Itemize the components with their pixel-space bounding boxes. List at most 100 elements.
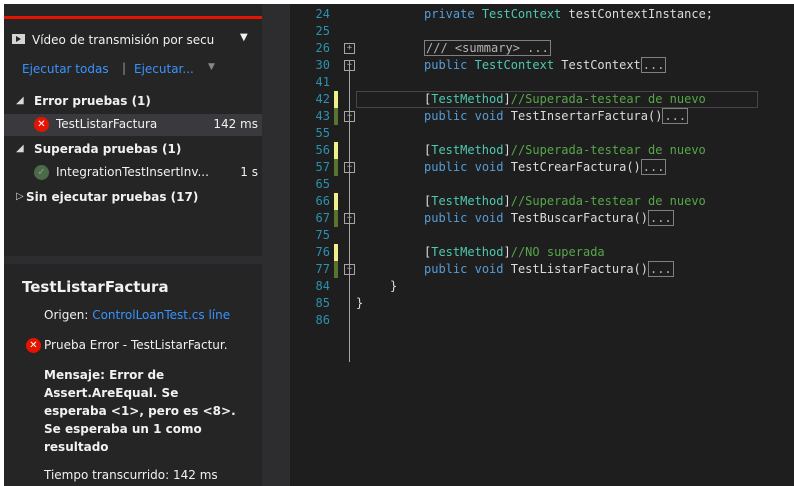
code-text: public void TestInsertarFactura()...: [424, 108, 689, 124]
test-duration: 142 ms: [213, 117, 258, 131]
collapse-triangle-icon[interactable]: ▷: [16, 191, 24, 202]
panel-divider[interactable]: [4, 256, 262, 264]
group-label: Error pruebas (1): [34, 94, 151, 108]
source-link[interactable]: ControlLoanTest.cs líne: [92, 308, 230, 322]
line-number: 77: [315, 262, 330, 276]
group-label: Superada pruebas (1): [34, 142, 182, 156]
line-number: 24: [315, 7, 330, 21]
line-number: 65: [315, 177, 330, 191]
group-passed-tests[interactable]: ◢ Superada pruebas (1): [4, 140, 262, 160]
run-toolbar: Ejecutar todas | Ejecutar... ▼: [4, 60, 262, 80]
source-row: Origen: ControlLoanTest.cs líne: [44, 308, 230, 322]
code-text: public void TestCrearFactura()...: [424, 159, 667, 175]
expand-triangle-icon[interactable]: ◢: [16, 143, 24, 154]
change-marker: [334, 244, 338, 261]
code-line: 42 [TestMethod]//Superada-testear de nue…: [290, 91, 794, 108]
test-name: IntegrationTestInsertInv...: [56, 165, 209, 179]
panel-splitter[interactable]: [262, 4, 290, 486]
change-marker: [334, 210, 338, 227]
test-duration: 1 s: [240, 165, 258, 179]
code-line: 25: [290, 23, 794, 40]
playlist-label: Vídeo de transmisión por secu: [32, 33, 215, 47]
code-line: 86: [290, 312, 794, 329]
change-marker: [334, 142, 338, 159]
code-text: public void TestBuscarFactura()...: [424, 210, 674, 226]
change-marker: [334, 159, 338, 176]
code-text: /// <summary> ...: [424, 40, 551, 56]
line-number: 66: [315, 194, 330, 208]
fold-toggle-icon[interactable]: +: [344, 60, 355, 71]
line-number: 56: [315, 143, 330, 157]
change-marker: [334, 108, 338, 125]
line-number: 42: [315, 92, 330, 106]
fold-toggle-icon[interactable]: +: [344, 213, 355, 224]
expand-triangle-icon[interactable]: ◢: [16, 95, 24, 106]
line-number: 25: [315, 24, 330, 38]
test-name: TestListarFactura: [56, 117, 158, 131]
toolbar-separator: |: [122, 61, 127, 75]
line-number: 30: [315, 58, 330, 72]
code-line: 30 + public TestContext TestContext...: [290, 57, 794, 74]
line-number: 85: [315, 296, 330, 310]
error-icon: ✕: [26, 338, 41, 353]
group-not-run-tests[interactable]: ▷ Sin ejecutar pruebas (17): [4, 188, 262, 208]
error-title: Prueba Error - TestListarFactur.: [44, 338, 228, 352]
code-text: }: [390, 279, 398, 293]
line-number: 67: [315, 211, 330, 225]
line-number: 43: [315, 109, 330, 123]
line-number: 84: [315, 279, 330, 293]
code-line: 41: [290, 74, 794, 91]
line-number: 57: [315, 160, 330, 174]
code-line: 84 }: [290, 278, 794, 295]
line-number: 55: [315, 126, 330, 140]
code-text: public void TestListarFactura()...: [424, 261, 674, 277]
error-message: Mensaje: Error de Assert.AreEqual. Se es…: [44, 368, 236, 454]
code-text: [TestMethod]//Superada-testear de nuevo: [424, 194, 706, 208]
code-line: 85 }: [290, 295, 794, 312]
run-dropdown-icon[interactable]: ▼: [208, 62, 215, 72]
code-text: [TestMethod]//NO superada: [424, 245, 605, 259]
code-line: 65: [290, 176, 794, 193]
test-item-listar-factura[interactable]: ✕ TestListarFactura 142 ms: [4, 114, 262, 136]
code-line: 26 + /// <summary> ...: [290, 40, 794, 57]
line-number: 86: [315, 313, 330, 327]
elapsed-time: Tiempo transcurrido: 142 ms: [44, 468, 218, 482]
test-status-bar: [4, 16, 262, 19]
chevron-down-icon[interactable]: ▼: [240, 32, 248, 43]
line-number: 76: [315, 245, 330, 259]
code-text: [TestMethod]//Superada-testear de nuevo: [424, 92, 706, 106]
code-line: 67 + public void TestBuscarFactura()...: [290, 210, 794, 227]
code-line: 55: [290, 125, 794, 142]
code-line: 24 private TestContext testContextInstan…: [290, 6, 794, 23]
fold-toggle-icon[interactable]: +: [344, 43, 355, 54]
run-all-link[interactable]: Ejecutar todas: [22, 62, 109, 76]
code-line: 56 [TestMethod]//Superada-testear de nue…: [290, 142, 794, 159]
code-text: private TestContext testContextInstance;: [424, 7, 714, 21]
change-marker: [334, 193, 338, 210]
code-line: 75: [290, 227, 794, 244]
video-icon: [12, 34, 25, 44]
fold-toggle-icon[interactable]: +: [344, 264, 355, 275]
code-line: 77 + public void TestListarFactura()...: [290, 261, 794, 278]
code-text: public TestContext TestContext...: [424, 57, 667, 73]
code-text: }: [356, 296, 364, 310]
passed-icon: ✓: [34, 165, 49, 180]
playlist-selector[interactable]: Vídeo de transmisión por secu ▼: [4, 30, 262, 50]
test-item-integration[interactable]: ✓ IntegrationTestInsertInv... 1 s: [4, 162, 262, 184]
code-text: [TestMethod]//Superada-testear de nuevo: [424, 143, 706, 157]
code-line: 57 + public void TestCrearFactura()...: [290, 159, 794, 176]
code-line: 66 [TestMethod]//Superada-testear de nue…: [290, 193, 794, 210]
change-marker: [334, 261, 338, 278]
test-explorer-panel: Vídeo de transmisión por secu ▼ Ejecutar…: [4, 4, 262, 486]
group-failed-tests[interactable]: ◢ Error pruebas (1): [4, 92, 262, 112]
line-number: 26: [315, 41, 330, 55]
code-line: 43 + public void TestInsertarFactura()..…: [290, 108, 794, 125]
run-link[interactable]: Ejecutar...: [134, 62, 194, 76]
change-marker: [334, 91, 338, 108]
fold-toggle-icon[interactable]: +: [344, 111, 355, 122]
failed-icon: ✕: [34, 117, 49, 132]
code-line: 76 [TestMethod]//NO superada: [290, 244, 794, 261]
fold-toggle-icon[interactable]: +: [344, 162, 355, 173]
group-label: Sin ejecutar pruebas (17): [26, 190, 199, 204]
code-editor[interactable]: 24 private TestContext testContextInstan…: [290, 4, 794, 486]
